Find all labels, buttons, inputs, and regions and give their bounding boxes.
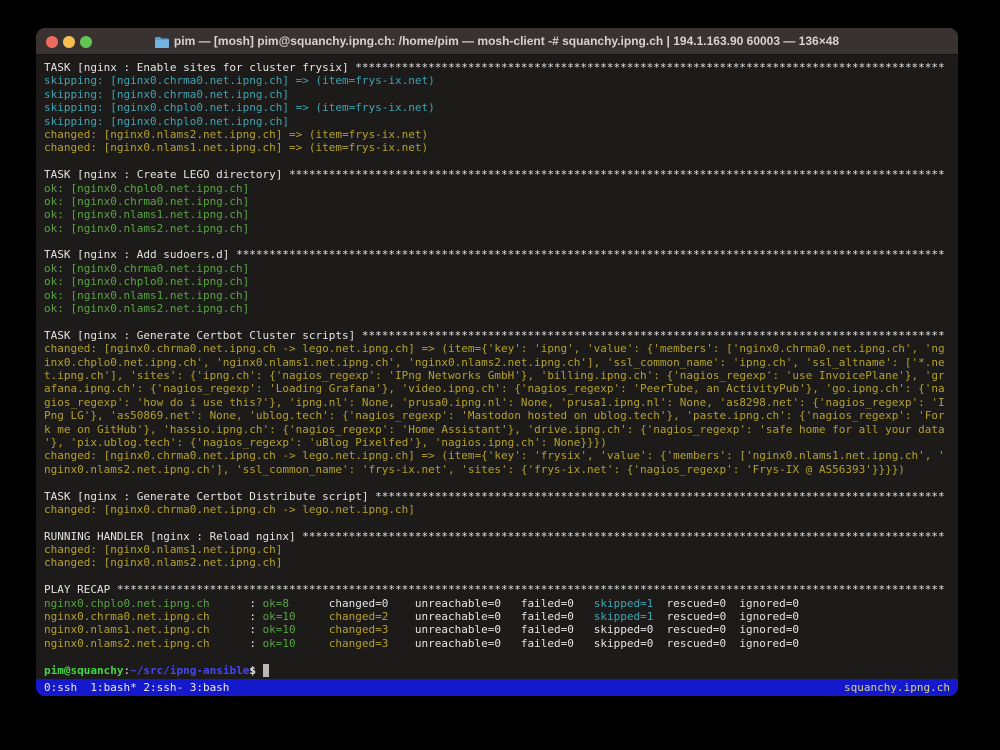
statusbar-hostname: squanchy.ipng.ch [844,681,950,694]
terminal-line: TASK [nginx : Add sudoers.d] ***********… [44,248,950,261]
terminal-line: gios_regexp': 'how do i use this?'}, 'ip… [44,396,950,409]
terminal-line [44,235,950,248]
terminal-line: ok: [nginx0.nlams2.net.ipng.ch] [44,302,950,315]
terminal-line: RUNNING HANDLER [nginx : Reload nginx] *… [44,530,950,543]
terminal-line: k me on GitHub'}, 'hassio.ipng.ch': {'na… [44,423,950,436]
zoom-button[interactable] [80,36,92,48]
terminal-line: nginx0.nlams2.net.ipng.ch'], 'ssl_common… [44,463,950,476]
title-area: pim — [mosh] pim@squanchy.ipng.ch: /home… [155,34,839,48]
terminal-line: '}, 'pix.ublog.tech': {'nagios_regexp': … [44,436,950,449]
terminal-line: changed: [nginx0.nlams1.net.ipng.ch] [44,543,950,556]
statusbar-window-list: 0:ssh 1:bash* 2:ssh- 3:bash [44,681,229,694]
terminal-window: pim — [mosh] pim@squanchy.ipng.ch: /home… [36,28,958,696]
terminal-line: TASK [nginx : Generate Certbot Distribut… [44,490,950,503]
terminal-line: nginx0.chplo0.net.ipng.ch : ok=8 changed… [44,597,950,610]
terminal-line [44,476,950,489]
terminal-line: t.ipng.ch'], 'sites': {'ipng.ch': {'nagi… [44,369,950,382]
terminal-line [44,650,950,663]
terminal-line [44,516,950,529]
screen-statusbar: 0:ssh 1:bash* 2:ssh- 3:bash squanchy.ipn… [36,679,958,696]
minimize-button[interactable] [63,36,75,48]
window-titlebar[interactable]: pim — [mosh] pim@squanchy.ipng.ch: /home… [36,28,958,55]
terminal-line: changed: [nginx0.nlams1.net.ipng.ch] => … [44,141,950,154]
terminal-line: afana.ipng.ch': {'nagios_regexp': 'Loadi… [44,382,950,395]
terminal-line: skipping: [nginx0.chrma0.net.ipng.ch] [44,88,950,101]
terminal-line: ok: [nginx0.chrma0.net.ipng.ch] [44,195,950,208]
terminal-line: skipping: [nginx0.chrma0.net.ipng.ch] =>… [44,74,950,87]
terminal-line: changed: [nginx0.nlams2.net.ipng.ch] => … [44,128,950,141]
terminal-line: skipping: [nginx0.chplo0.net.ipng.ch] [44,115,950,128]
terminal-line: TASK [nginx : Enable sites for cluster f… [44,61,950,74]
traffic-lights [46,28,92,55]
terminal-output: TASK [nginx : Enable sites for cluster f… [44,61,950,677]
terminal-line: changed: [nginx0.nlams2.net.ipng.ch] [44,556,950,569]
terminal-line: changed: [nginx0.chrma0.net.ipng.ch -> l… [44,342,950,355]
terminal-line: nginx0.nlams2.net.ipng.ch : ok=10 change… [44,637,950,650]
window-title: pim — [mosh] pim@squanchy.ipng.ch: /home… [174,34,839,48]
terminal-line [44,570,950,583]
folder-icon [155,35,169,47]
terminal-line: changed: [nginx0.chrma0.net.ipng.ch -> l… [44,503,950,516]
terminal-line: inx0.chplo0.net.ipng.ch', 'nginx0.nlams1… [44,356,950,369]
terminal-line: pim@squanchy:~/src/ipng-ansible$ [44,664,950,677]
terminal-line: ok: [nginx0.chplo0.net.ipng.ch] [44,275,950,288]
terminal-line: nginx0.nlams1.net.ipng.ch : ok=10 change… [44,623,950,636]
terminal-line: skipping: [nginx0.chplo0.net.ipng.ch] =>… [44,101,950,114]
terminal-line: ok: [nginx0.nlams1.net.ipng.ch] [44,289,950,302]
close-button[interactable] [46,36,58,48]
terminal-line: changed: [nginx0.chrma0.net.ipng.ch -> l… [44,449,950,462]
terminal-line: Png LG'}, 'as50869.net': None, 'ublog.te… [44,409,950,422]
terminal-screen[interactable]: TASK [nginx : Enable sites for cluster f… [36,55,958,679]
terminal-line: ok: [nginx0.chplo0.net.ipng.ch] [44,182,950,195]
terminal-line [44,315,950,328]
terminal-line: ok: [nginx0.nlams2.net.ipng.ch] [44,222,950,235]
terminal-line: TASK [nginx : Create LEGO directory] ***… [44,168,950,181]
terminal-line: ok: [nginx0.chrma0.net.ipng.ch] [44,262,950,275]
terminal-line: TASK [nginx : Generate Certbot Cluster s… [44,329,950,342]
terminal-line: PLAY RECAP *****************************… [44,583,950,596]
terminal-line [44,155,950,168]
terminal-line: nginx0.chrma0.net.ipng.ch : ok=10 change… [44,610,950,623]
terminal-line: ok: [nginx0.nlams1.net.ipng.ch] [44,208,950,221]
